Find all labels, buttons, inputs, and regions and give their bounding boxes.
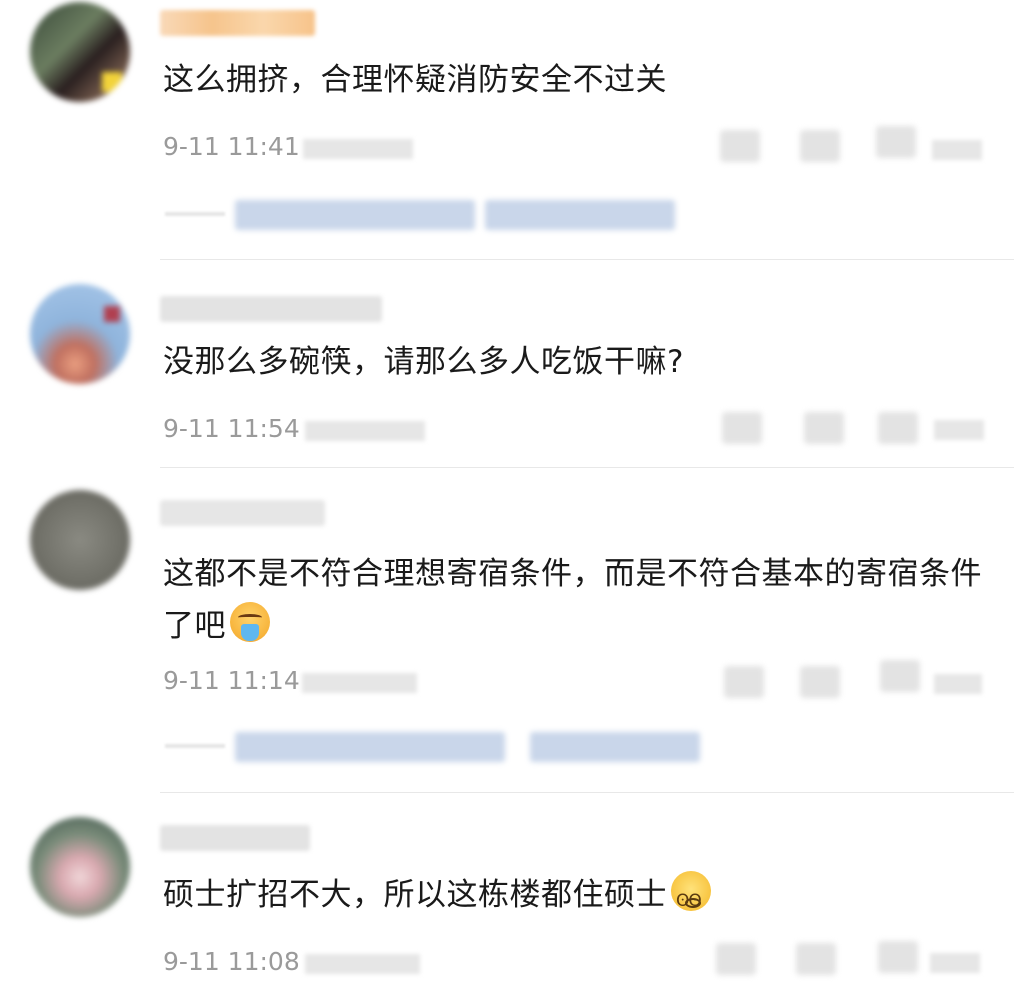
reply-icon[interactable] (724, 666, 764, 698)
forward-icon[interactable] (796, 943, 836, 975)
reply-link[interactable] (235, 732, 505, 762)
comment-text: 这么拥挤，合理怀疑消防安全不过关 (163, 62, 667, 98)
reply-dash (165, 212, 225, 216)
like-icon[interactable] (878, 941, 918, 973)
comment-item: 没那么多碗筷，请那么多人吃饭干嘛? 9-11 11:54 (0, 260, 1014, 468)
avatar[interactable] (30, 490, 130, 590)
comment-time: 9-11 11:41 (163, 132, 300, 161)
like-icon[interactable] (878, 412, 918, 444)
comment-text-body: 这都不是不符合理想寄宿条件，而是不符合基本的寄宿条件了吧 (163, 556, 982, 644)
comment-time: 9-11 11:54 (163, 414, 300, 443)
comment-time: 9-11 11:14 (163, 666, 300, 695)
like-count (930, 953, 980, 973)
reply-link[interactable] (235, 200, 475, 230)
avatar[interactable] (30, 2, 130, 102)
avatar[interactable] (30, 817, 130, 917)
comment-text: 没那么多碗筷，请那么多人吃饭干嘛? (163, 344, 684, 380)
comment-item: 这都不是不符合理想寄宿条件，而是不符合基本的寄宿条件了吧 9-11 11:14 (0, 468, 1014, 793)
comment-item: 硕士扩招不大，所以这栋楼都住硕士 9-11 11:08 (0, 793, 1014, 993)
username[interactable] (160, 296, 382, 322)
location-tag (302, 673, 417, 693)
like-icon[interactable] (880, 660, 920, 692)
like-count (934, 674, 982, 694)
comment-text: 这都不是不符合理想寄宿条件，而是不符合基本的寄宿条件了吧 (163, 548, 983, 652)
like-count (934, 420, 984, 440)
username[interactable] (160, 825, 310, 851)
forward-icon[interactable] (800, 130, 840, 162)
location-tag (303, 139, 413, 159)
dizzy-emoji (671, 871, 711, 927)
vomit-emoji (230, 602, 270, 642)
avatar[interactable] (30, 284, 130, 384)
reply-link[interactable] (530, 732, 700, 762)
like-icon[interactable] (876, 126, 916, 158)
reply-icon[interactable] (716, 943, 756, 975)
comment-text-body: 硕士扩招不大，所以这栋楼都住硕士 (163, 877, 667, 913)
location-tag (305, 421, 425, 441)
location-tag (305, 954, 420, 974)
username[interactable] (160, 10, 315, 36)
reply-icon[interactable] (720, 130, 760, 162)
username[interactable] (160, 500, 325, 526)
forward-icon[interactable] (804, 412, 844, 444)
forward-icon[interactable] (800, 666, 840, 698)
comment-text: 硕士扩招不大，所以这栋楼都住硕士 (163, 869, 983, 927)
reply-icon[interactable] (722, 412, 762, 444)
like-count (932, 140, 982, 160)
comment-item: 这么拥挤，合理怀疑消防安全不过关 9-11 11:41 (0, 0, 1014, 260)
reply-link[interactable] (485, 200, 675, 230)
reply-dash (165, 744, 225, 748)
comment-time: 9-11 11:08 (163, 947, 300, 976)
